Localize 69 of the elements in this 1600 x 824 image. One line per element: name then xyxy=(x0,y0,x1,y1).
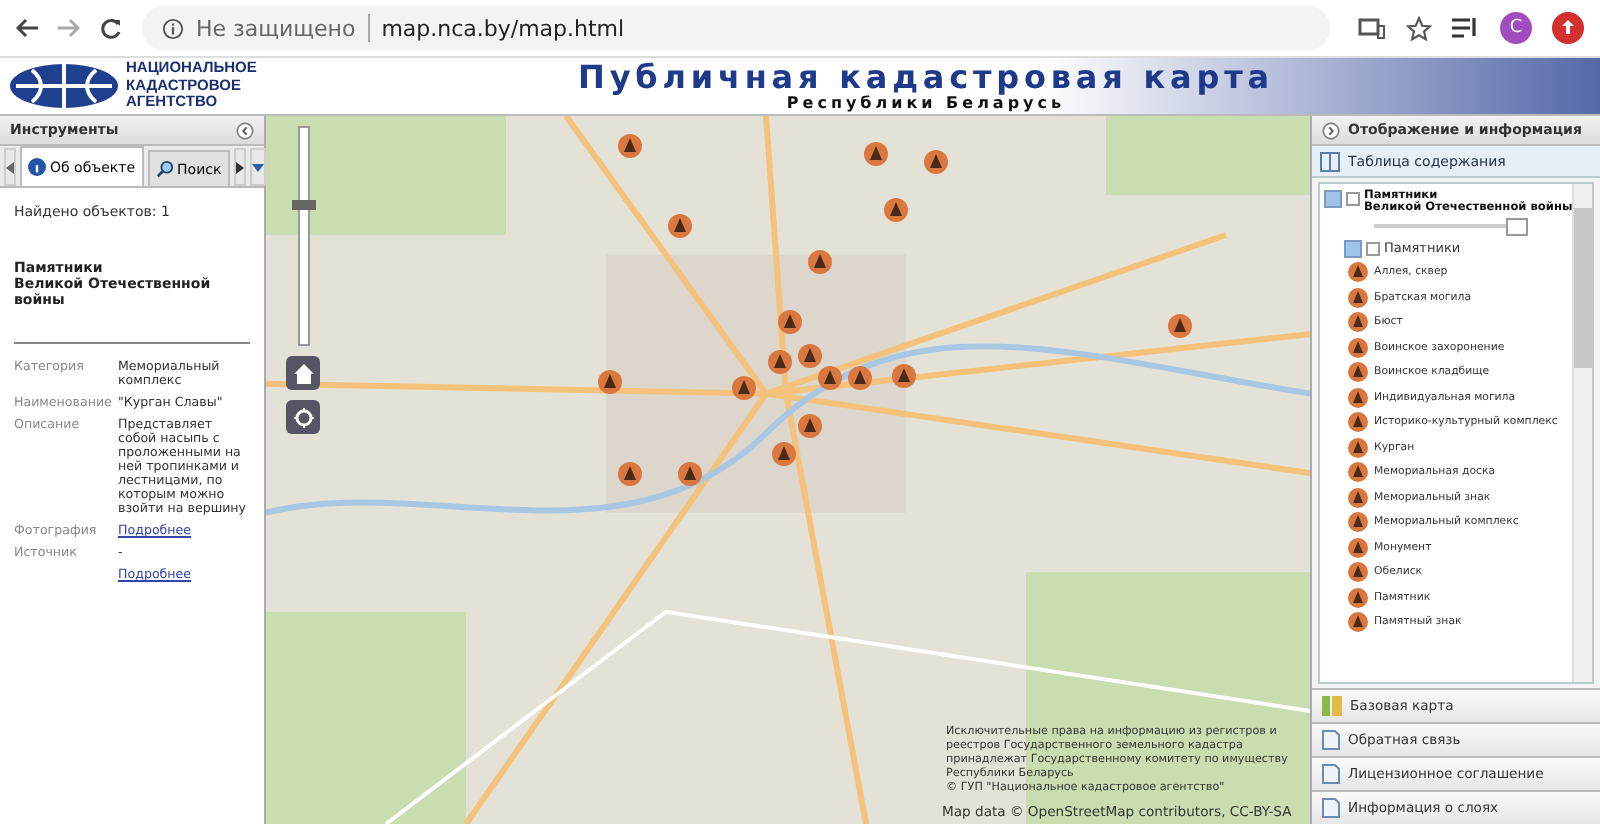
monument-symbol-icon xyxy=(1348,562,1368,583)
zoom-slider-thumb[interactable] xyxy=(291,200,315,211)
monument-symbol-icon xyxy=(1348,612,1368,633)
reload-icon[interactable] xyxy=(100,17,122,39)
monument-marker-icon[interactable] xyxy=(668,214,692,238)
scroll-right-button[interactable] xyxy=(233,148,246,186)
home-button[interactable] xyxy=(286,356,320,390)
back-icon[interactable] xyxy=(16,18,38,38)
monument-marker-icon[interactable] xyxy=(772,442,796,466)
address-bar[interactable]: Не защищено map.nca.by/map.html xyxy=(142,6,1330,50)
monument-symbol-icon xyxy=(1348,337,1368,358)
layer-checkbox[interactable] xyxy=(1324,190,1342,208)
collapse-icon[interactable] xyxy=(236,121,254,139)
monument-marker-icon[interactable] xyxy=(884,198,908,222)
monument-marker-icon[interactable] xyxy=(778,310,802,334)
monument-marker-icon[interactable] xyxy=(892,364,916,388)
home-icon xyxy=(293,363,313,383)
collapse-toggle[interactable] xyxy=(1366,242,1380,256)
vertical-scrollbar[interactable] xyxy=(1572,184,1592,682)
monument-symbol-icon xyxy=(1348,262,1368,283)
monument-symbol-icon xyxy=(1348,312,1368,333)
monument-symbol-icon xyxy=(1348,462,1368,483)
sublayer-checkbox[interactable] xyxy=(1344,240,1362,258)
monument-marker-icon[interactable] xyxy=(848,366,872,390)
monument-marker-icon[interactable] xyxy=(618,134,642,158)
tab-menu-button[interactable] xyxy=(249,148,266,186)
extension-icon[interactable] xyxy=(1552,12,1584,44)
search-icon xyxy=(155,160,174,178)
monument-marker-icon[interactable] xyxy=(818,366,842,390)
monument-marker-icon[interactable] xyxy=(732,376,756,400)
monument-symbol-icon xyxy=(1348,587,1368,608)
locate-icon xyxy=(293,407,313,427)
star-icon[interactable] xyxy=(1406,15,1432,41)
collapse-toggle[interactable] xyxy=(1346,192,1360,206)
monument-marker-icon[interactable] xyxy=(798,414,822,438)
table-icon xyxy=(1320,151,1340,171)
monument-symbol-icon xyxy=(1348,512,1368,533)
monument-symbol-icon xyxy=(1348,287,1368,308)
monument-marker-icon[interactable] xyxy=(768,350,792,374)
monument-marker-icon[interactable] xyxy=(678,462,702,486)
monument-marker-icon[interactable] xyxy=(598,370,622,394)
monument-marker-icon[interactable] xyxy=(924,150,948,174)
collapse-icon[interactable] xyxy=(1322,121,1340,139)
profile-avatar[interactable]: C xyxy=(1500,12,1532,44)
monument-marker-icon[interactable] xyxy=(798,344,822,368)
monument-marker-icon[interactable] xyxy=(808,250,832,274)
map-layers-icon xyxy=(1322,696,1342,716)
opacity-slider-thumb[interactable] xyxy=(1505,218,1528,236)
info-icon xyxy=(28,158,46,176)
monument-symbol-icon xyxy=(1348,412,1368,433)
monument-symbol-icon xyxy=(1348,387,1368,408)
globe-logo-icon xyxy=(8,62,120,110)
monument-marker-icon[interactable] xyxy=(864,142,888,166)
scroll-left-button[interactable] xyxy=(4,148,16,186)
cast-icon[interactable] xyxy=(1358,17,1386,39)
monument-symbol-icon xyxy=(1348,437,1368,458)
monument-marker-icon[interactable] xyxy=(1168,314,1192,338)
playlist-icon[interactable] xyxy=(1452,16,1480,40)
locate-button[interactable] xyxy=(286,400,320,434)
triangle-left-icon xyxy=(6,161,14,173)
caret-icon xyxy=(251,163,264,171)
page-subtitle: Республики Беларусь xyxy=(786,94,1066,112)
page-title: Публичная кадастровая карта xyxy=(576,60,1276,94)
monument-symbol-icon xyxy=(1348,362,1368,383)
monument-symbol-icon xyxy=(1348,487,1368,508)
monument-marker-icon[interactable] xyxy=(618,462,642,486)
info-icon xyxy=(162,17,184,39)
monument-symbol-icon xyxy=(1348,537,1368,558)
triangle-right-icon xyxy=(235,161,244,173)
